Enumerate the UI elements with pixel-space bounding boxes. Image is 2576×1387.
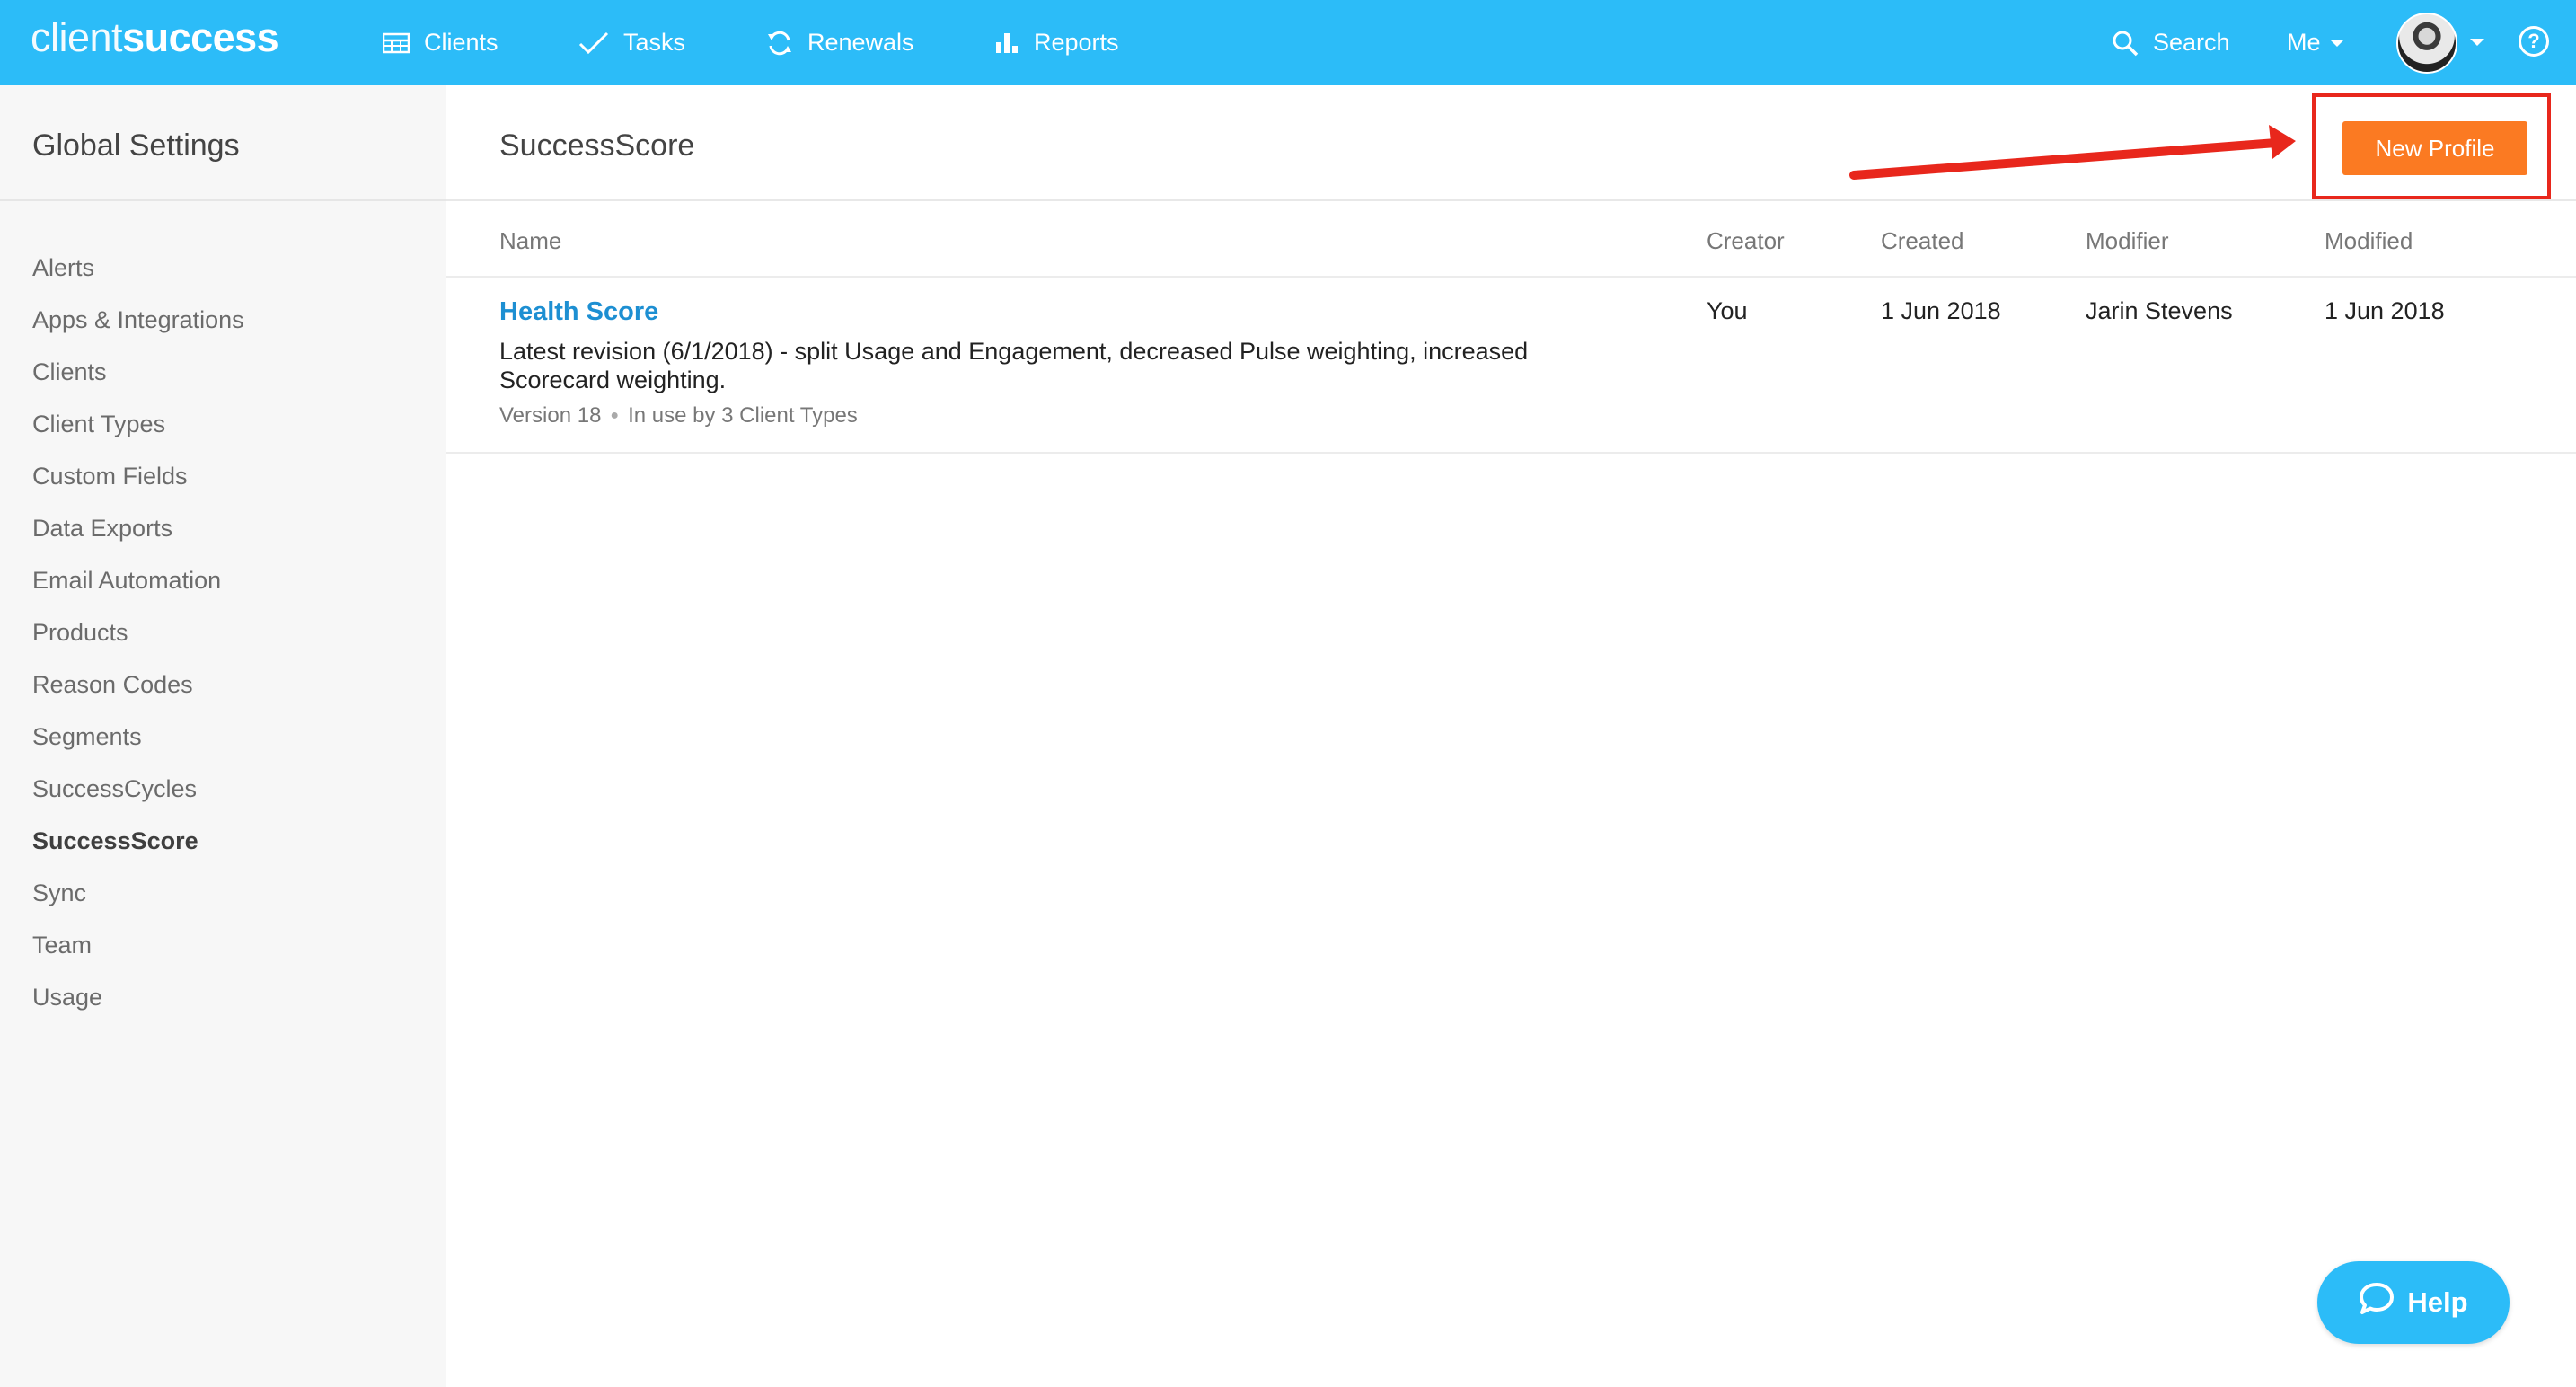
sidebar-title: Global Settings bbox=[32, 128, 240, 163]
nav-tasks[interactable]: Tasks bbox=[578, 0, 685, 85]
logo-light-text: client bbox=[31, 14, 123, 60]
divider bbox=[446, 276, 2576, 278]
sidebar-item-apps-integrations[interactable]: Apps & Integrations bbox=[32, 294, 244, 346]
sidebar-item-team[interactable]: Team bbox=[32, 919, 244, 971]
sidebar-item-sync[interactable]: Sync bbox=[32, 867, 244, 919]
nav-search[interactable]: Search bbox=[2112, 0, 2230, 85]
sidebar-item-reason-codes[interactable]: Reason Codes bbox=[32, 658, 244, 711]
cell-creator: You bbox=[1707, 297, 1748, 324]
nav-renewals[interactable]: Renewals bbox=[766, 0, 914, 85]
top-navigation-bar: client success Clients Tasks Renewals Rep… bbox=[0, 0, 2576, 85]
sidebar-item-client-types[interactable]: Client Types bbox=[32, 398, 244, 450]
page-title: SuccessScore bbox=[499, 128, 695, 163]
annotation-arrow bbox=[1849, 125, 2296, 180]
sidebar-item-products[interactable]: Products bbox=[32, 606, 244, 658]
cell-created: 1 Jun 2018 bbox=[1881, 297, 2001, 324]
sidebar-nav-list: Alerts Apps & Integrations Clients Clien… bbox=[32, 242, 244, 1023]
separator-dot: ● bbox=[610, 408, 620, 423]
divider bbox=[446, 452, 2576, 454]
nav-clients-label: Clients bbox=[424, 29, 498, 56]
cell-modifier: Jarin Stevens bbox=[2086, 297, 2233, 324]
nav-clients[interactable]: Clients bbox=[383, 0, 498, 85]
search-icon bbox=[2112, 30, 2139, 57]
logo-bold-text: success bbox=[122, 14, 279, 60]
clientsuccess-logo[interactable]: client success bbox=[31, 14, 279, 68]
help-glyph: ? bbox=[2527, 30, 2540, 52]
settings-sidebar: Global Settings Alerts Apps & Integratio… bbox=[0, 85, 446, 1387]
help-widget-label: Help bbox=[2407, 1286, 2468, 1318]
main-content: SuccessScore New Profile Name Creator Cr… bbox=[446, 85, 2576, 1387]
chat-bubble-icon bbox=[2359, 1282, 2395, 1323]
nav-search-label: Search bbox=[2153, 29, 2230, 56]
column-header-modifier[interactable]: Modifier bbox=[2086, 227, 2168, 255]
clients-table-icon bbox=[383, 32, 410, 54]
nav-renewals-label: Renewals bbox=[807, 29, 914, 56]
profile-version: Version 18 bbox=[499, 403, 602, 428]
profile-name-link[interactable]: Health Score bbox=[499, 297, 658, 327]
sidebar-item-successscore[interactable]: SuccessScore bbox=[32, 815, 244, 867]
sidebar-item-usage[interactable]: Usage bbox=[32, 971, 244, 1023]
cell-modified: 1 Jun 2018 bbox=[2325, 297, 2445, 324]
nav-tasks-label: Tasks bbox=[623, 29, 686, 56]
renewals-refresh-icon bbox=[766, 30, 793, 57]
column-header-modified[interactable]: Modified bbox=[2325, 227, 2413, 255]
sidebar-item-data-exports[interactable]: Data Exports bbox=[32, 502, 244, 554]
divider bbox=[446, 199, 2576, 201]
profile-description: Latest revision (6/1/2018) - split Usage… bbox=[499, 338, 1529, 393]
caret-down-icon bbox=[2329, 39, 2344, 48]
profile-meta: Version 18 ● In use by 3 Client Types bbox=[499, 403, 858, 428]
new-profile-button[interactable]: New Profile bbox=[2342, 121, 2527, 175]
sidebar-item-custom-fields[interactable]: Custom Fields bbox=[32, 450, 244, 502]
sidebar-item-clients[interactable]: Clients bbox=[32, 346, 244, 398]
nav-reports[interactable]: Reports bbox=[994, 0, 1119, 85]
sidebar-item-segments[interactable]: Segments bbox=[32, 711, 244, 763]
reports-bar-icon bbox=[994, 31, 1019, 55]
nav-me-menu[interactable]: Me bbox=[2287, 0, 2344, 85]
tasks-check-icon bbox=[578, 31, 609, 55]
sidebar-item-email-automation[interactable]: Email Automation bbox=[32, 554, 244, 606]
nav-me-label: Me bbox=[2287, 29, 2321, 56]
help-widget-button[interactable]: Help bbox=[2317, 1261, 2510, 1344]
caret-down-icon bbox=[2470, 35, 2484, 51]
sidebar-item-alerts[interactable]: Alerts bbox=[32, 242, 244, 294]
nav-reports-label: Reports bbox=[1034, 29, 1119, 56]
sidebar-item-successcycles[interactable]: SuccessCycles bbox=[32, 763, 244, 815]
divider bbox=[0, 199, 446, 201]
avatar bbox=[2396, 12, 2457, 74]
column-header-created[interactable]: Created bbox=[1881, 227, 1964, 255]
user-avatar-menu[interactable] bbox=[2396, 9, 2484, 76]
help-circle-icon[interactable]: ? bbox=[2519, 26, 2549, 57]
column-header-name[interactable]: Name bbox=[499, 227, 561, 255]
column-header-creator[interactable]: Creator bbox=[1707, 227, 1785, 255]
profile-usage: In use by 3 Client Types bbox=[628, 403, 858, 428]
